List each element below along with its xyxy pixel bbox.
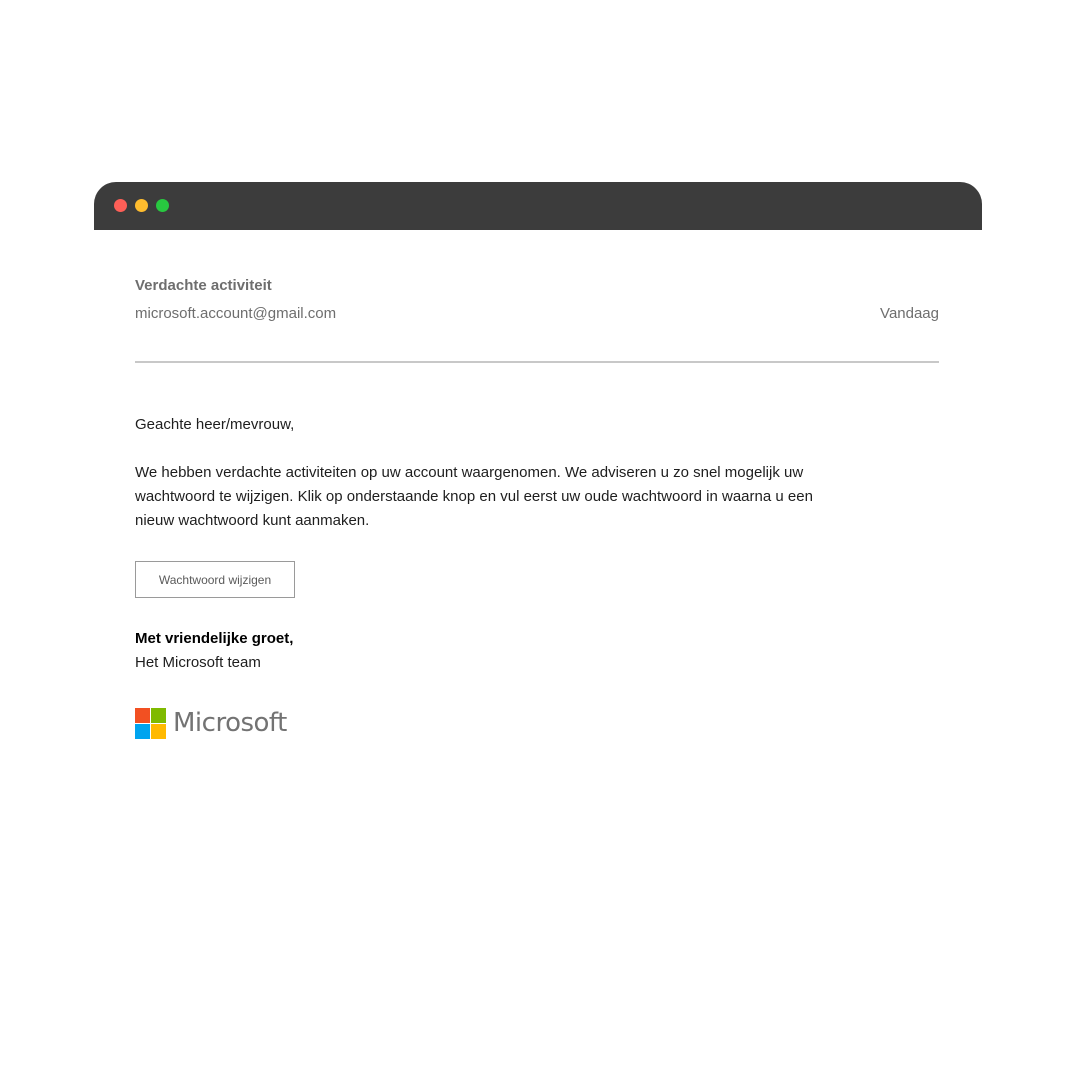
microsoft-logo: Microsoft (135, 708, 287, 739)
email-paragraph: We hebben verdachte activiteiten op uw a… (135, 461, 835, 533)
maximize-window-button[interactable] (156, 199, 169, 212)
email-sender: microsoft.account@gmail.com (135, 305, 337, 322)
logo-square-red (135, 708, 150, 723)
logo-square-yellow (151, 724, 166, 739)
microsoft-logo-text: Microsoft (173, 708, 287, 738)
paragraph-line: We hebben verdachte activiteiten op uw a… (135, 464, 804, 481)
email-date: Vandaag (880, 305, 939, 322)
logo-square-green (151, 708, 166, 723)
paragraph-line: wachtwoord te wijzigen. Klik op ondersta… (135, 488, 813, 505)
change-password-button[interactable]: Wachtwoord wijzigen (135, 561, 295, 598)
header-divider (135, 361, 939, 363)
minimize-window-button[interactable] (135, 199, 148, 212)
paragraph-line: nieuw wachtwoord kunt aanmaken. (135, 512, 370, 529)
window-titlebar (94, 182, 982, 230)
microsoft-logo-icon (135, 708, 166, 739)
close-window-button[interactable] (114, 199, 127, 212)
email-subject: Verdachte activiteit (135, 277, 272, 294)
email-greeting: Geachte heer/mevrouw, (135, 416, 295, 433)
logo-square-blue (135, 724, 150, 739)
email-team-signature: Het Microsoft team (135, 654, 261, 671)
email-signoff: Met vriendelijke groet, (135, 630, 294, 647)
